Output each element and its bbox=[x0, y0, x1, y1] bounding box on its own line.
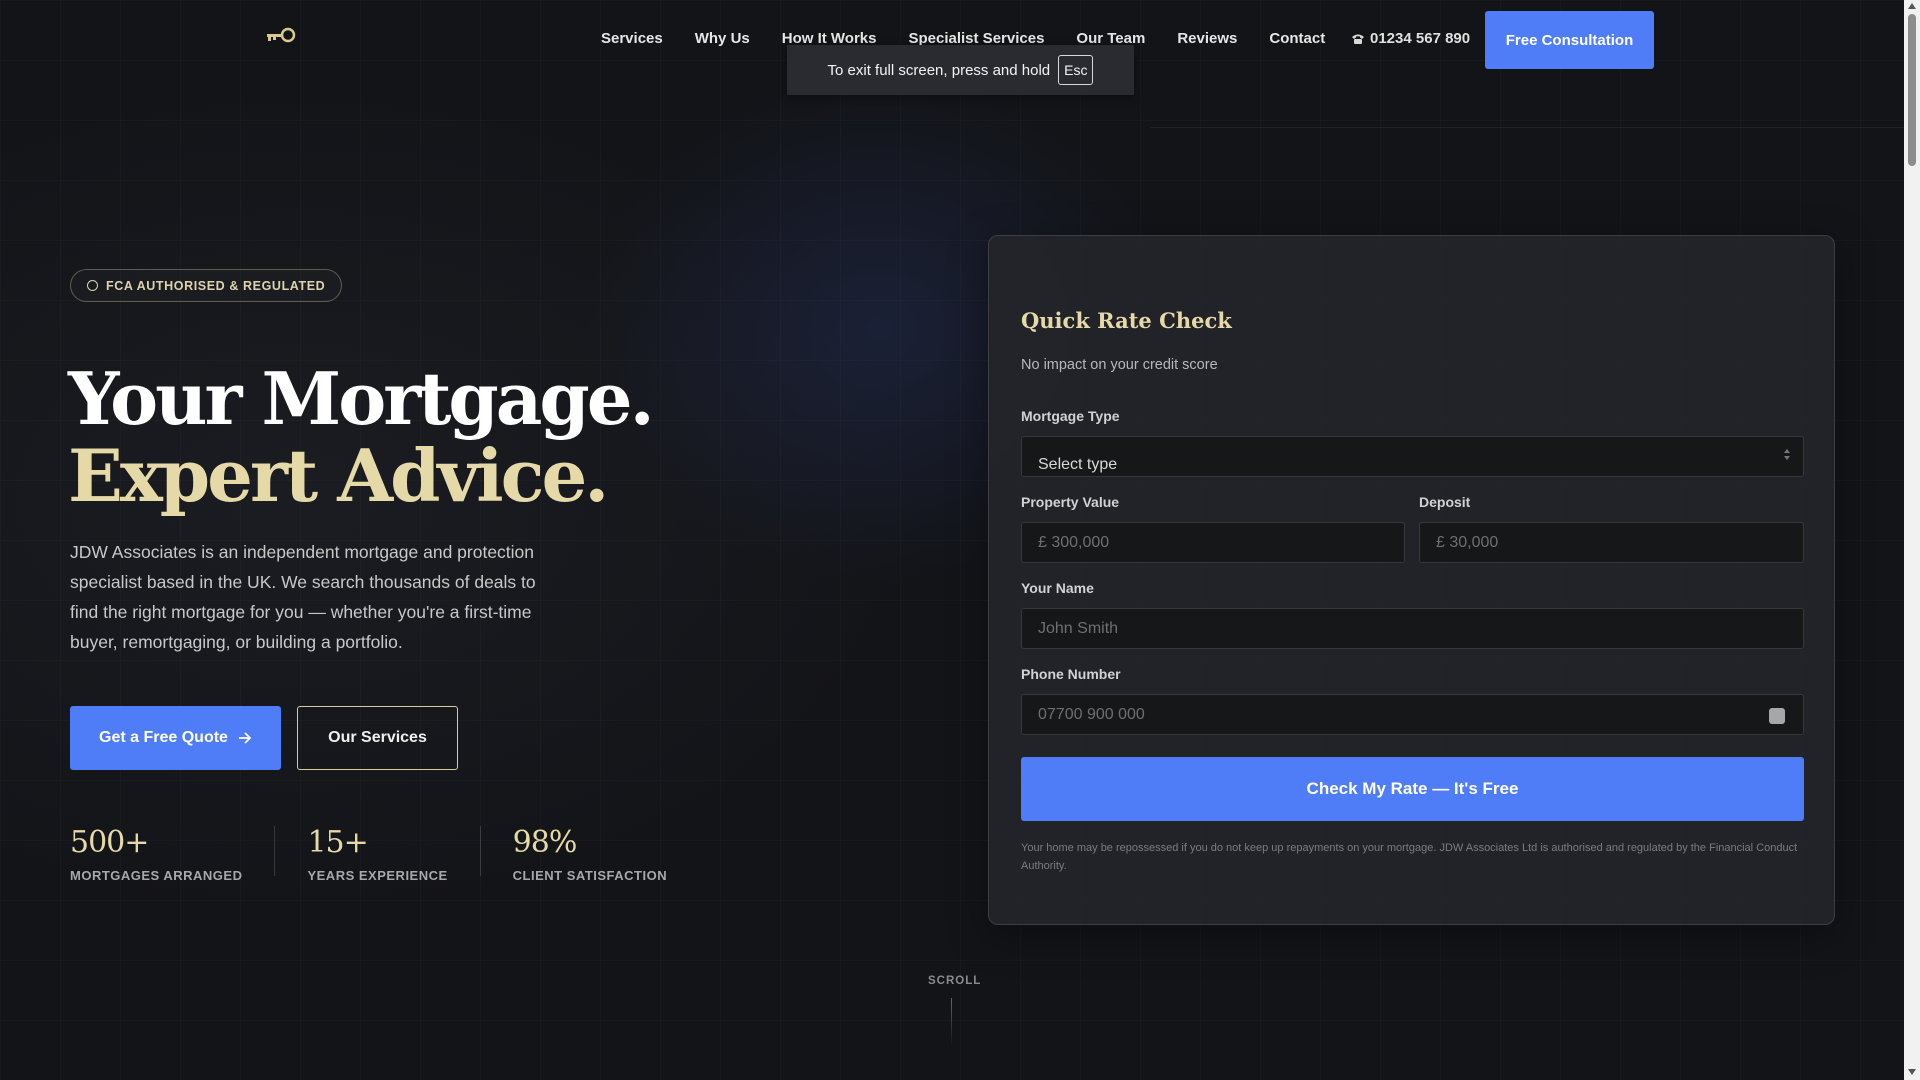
scroll-line bbox=[951, 998, 952, 1046]
stat-experience: 15+ YEARS EXPERIENCE bbox=[307, 825, 481, 883]
nav-phone-number: 01234 567 890 bbox=[1370, 30, 1471, 47]
toast-text: To exit full screen, press and hold bbox=[827, 61, 1051, 79]
fca-badge-text: FCA AUTHORISED & REGULATED bbox=[106, 278, 326, 293]
key-icon[interactable] bbox=[262, 24, 298, 48]
scroll-up-icon[interactable] bbox=[1908, 3, 1916, 9]
autofill-icon[interactable] bbox=[1769, 708, 1785, 724]
your-name-label: Your Name bbox=[1021, 580, 1094, 596]
stat-value: 500+ bbox=[70, 825, 149, 860]
stat-mortgages: 500+ MORTGAGES ARRANGED bbox=[70, 825, 276, 883]
hero-title-line1: Your Mortgage. bbox=[68, 356, 655, 441]
check-my-rate-button[interactable]: Check My Rate — It's Free bbox=[1021, 757, 1804, 821]
scroll-down-icon[interactable] bbox=[1908, 1069, 1916, 1075]
stat-label: MORTGAGES ARRANGED bbox=[70, 868, 243, 883]
scroll-hint: SCROLL bbox=[928, 975, 982, 987]
telephone-icon bbox=[1352, 34, 1364, 44]
arrow-right-icon bbox=[238, 732, 252, 744]
stat-satisfaction: 98% CLIENT SATISFACTION bbox=[512, 825, 699, 884]
nav-link-contact[interactable]: Contact bbox=[1269, 30, 1325, 47]
repossession-disclaimer: Your home may be repossessed if you do n… bbox=[1021, 842, 1798, 872]
hero-description: JDW Associates is an independent mortgag… bbox=[70, 542, 536, 652]
fca-badge: FCA AUTHORISED & REGULATED bbox=[70, 269, 343, 302]
deposit-input[interactable] bbox=[1419, 522, 1804, 563]
esc-key-hint: Esc bbox=[1058, 55, 1094, 85]
mortgage-type-select[interactable]: Select type bbox=[1021, 436, 1804, 477]
property-value-label: Property Value bbox=[1021, 494, 1120, 510]
fullscreen-exit-toast: To exit full screen, press and hold Esc bbox=[787, 45, 1134, 95]
property-value-input[interactable] bbox=[1021, 522, 1405, 563]
phone-number-label: Phone Number bbox=[1021, 666, 1121, 682]
deposit-label: Deposit bbox=[1419, 494, 1471, 510]
stat-label: CLIENT SATISFACTION bbox=[512, 868, 668, 883]
quick-rate-check-card: Quick Rate Check No impact on your credi… bbox=[988, 235, 1835, 925]
nav-phone-link[interactable]: 01234 567 890 bbox=[1351, 30, 1470, 47]
page-scrollbar[interactable] bbox=[1904, 0, 1920, 1080]
get-free-quote-button[interactable]: Get a Free Quote bbox=[70, 706, 281, 770]
mortgage-type-value: Select type bbox=[1038, 456, 1118, 473]
get-free-quote-label: Get a Free Quote bbox=[99, 729, 228, 746]
nav-link-why-us[interactable]: Why Us bbox=[695, 30, 750, 47]
stat-value: 98% bbox=[512, 825, 578, 860]
nav-divider bbox=[1150, 127, 1920, 128]
nav-link-services[interactable]: Services bbox=[601, 30, 663, 47]
hero-title: Your Mortgage. Expert Advice. bbox=[68, 356, 655, 518]
scrollbar-thumb[interactable] bbox=[1908, 14, 1916, 166]
free-consultation-button[interactable]: Free Consultation bbox=[1485, 11, 1654, 69]
select-arrows-icon bbox=[1783, 449, 1791, 463]
hero-stats: 500+ MORTGAGES ARRANGED 15+ YEARS EXPERI… bbox=[70, 825, 731, 884]
stat-value: 15+ bbox=[307, 825, 368, 860]
card-title: Quick Rate Check bbox=[1021, 308, 1232, 333]
your-name-input[interactable] bbox=[1021, 608, 1804, 649]
mortgage-type-label: Mortgage Type bbox=[1021, 408, 1120, 424]
page: Services Why Us How It Works Specialist … bbox=[0, 0, 1920, 1080]
phone-number-input[interactable] bbox=[1021, 694, 1804, 735]
hero-title-line2: Expert Advice. bbox=[68, 433, 609, 518]
nav-link-reviews[interactable]: Reviews bbox=[1177, 30, 1237, 47]
card-subtitle: No impact on your credit score bbox=[1021, 357, 1218, 373]
check-circle-icon bbox=[87, 280, 98, 291]
stat-label: YEARS EXPERIENCE bbox=[307, 868, 448, 883]
our-services-button[interactable]: Our Services bbox=[297, 706, 458, 770]
